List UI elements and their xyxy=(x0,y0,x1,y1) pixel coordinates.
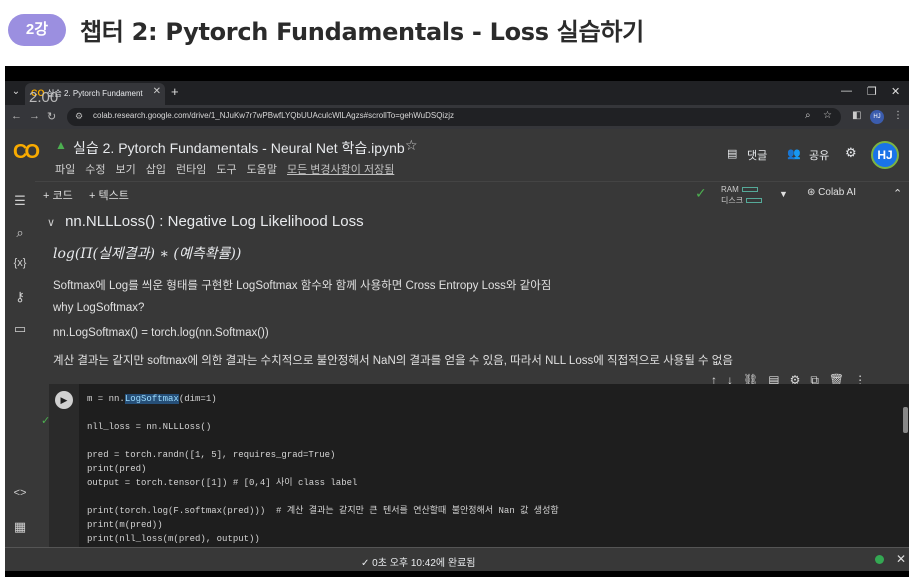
site-info-icon[interactable]: ⚙ xyxy=(75,111,83,122)
browser-tabbar: ⌄ CO 실습 2. Pytorch Fundamentals ✕ 2.00 +… xyxy=(5,81,909,106)
connected-check-icon: ✓ xyxy=(695,185,707,201)
menu-item-view[interactable]: 보기 xyxy=(116,161,136,177)
menu-item-file[interactable]: 파일 xyxy=(55,161,75,177)
colab-header: CO ▲ 실습 2. Pytorch Fundamentals - Neural… xyxy=(5,129,909,181)
md-line-1: Softmax에 Log를 씌운 형태를 구현한 LogSoftmax 함수와 … xyxy=(53,280,552,292)
new-tab-button[interactable]: + xyxy=(171,84,179,99)
colab-ai-label: Colab AI xyxy=(818,187,856,198)
forward-icon[interactable]: → xyxy=(29,110,40,122)
disk-bar xyxy=(746,198,763,204)
window-close-icon[interactable]: ✕ xyxy=(891,85,900,98)
reload-icon[interactable]: ↻ xyxy=(47,110,56,123)
files-folder-icon[interactable]: ▭ xyxy=(10,321,30,337)
menu-item-runtime[interactable]: 런타임 xyxy=(176,161,206,177)
code-line-5: output = torch.tensor([1]) # [0,4] 사이 cl… xyxy=(87,478,358,488)
ram-bar xyxy=(741,187,758,193)
command-palette-icon[interactable]: ▦ xyxy=(10,519,30,535)
browser-menu-icon[interactable]: ⋮ xyxy=(893,110,903,121)
share-label[interactable]: 공유 xyxy=(809,147,829,163)
disk-label: 디스크 xyxy=(721,196,744,205)
toc-icon[interactable]: ☰ xyxy=(10,193,30,209)
star-icon[interactable]: ☆ xyxy=(405,137,418,154)
code-line-6: print(torch.log(F.softmax(pred))) # 계산 결… xyxy=(87,506,559,516)
code-line-3: pred = torch.randn([1, 5], requires_grad… xyxy=(87,450,336,460)
menu-item-insert[interactable]: 삽입 xyxy=(146,161,166,177)
section-title: nn.NLLLoss() : Negative Log Likelihood L… xyxy=(65,213,364,230)
menu-item-help[interactable]: 도움말 xyxy=(247,161,277,177)
restore-icon[interactable]: ❐ xyxy=(867,85,877,98)
code-snippets-icon[interactable]: <> xyxy=(10,487,30,499)
settings-gear-icon[interactable]: ⚙ xyxy=(845,145,857,161)
scrollbar[interactable] xyxy=(903,407,908,433)
section-heading[interactable]: ∨ nn.NLLLoss() : Negative Log Likelihood … xyxy=(47,213,364,230)
menu-item-edit[interactable]: 수정 xyxy=(85,161,105,177)
status-connected-icon xyxy=(875,555,884,564)
code-line-7: print(m(pred)) xyxy=(87,520,163,530)
drive-icon: ▲ xyxy=(55,138,67,152)
lecture-badge: 2강 xyxy=(8,14,66,46)
share-icon[interactable]: 👥 xyxy=(787,147,801,160)
browser-profile-avatar[interactable]: HJ xyxy=(870,110,884,124)
code-editor[interactable]: m = nn.LogSoftmax(dim=1) nll_loss = nn.N… xyxy=(87,392,559,546)
notebook-toolbar: + 코드 + 텍스트 ✓ RAM 디스크 ▼ ⊛ Colab AI ⌃ xyxy=(35,181,909,207)
status-bar: ✓ 0초 오후 10:42에 완료됨 ✕ xyxy=(5,547,909,571)
zoom-icon[interactable]: ⌕ xyxy=(805,110,811,121)
md-line-2: why LogSoftmax? xyxy=(53,302,145,314)
code-cell[interactable]: ▶ m = nn.LogSoftmax(dim=1) nll_loss = nn… xyxy=(49,384,909,547)
user-avatar[interactable]: HJ xyxy=(871,141,899,169)
comment-icon[interactable]: ▤ xyxy=(727,147,737,160)
sidepanel-icon[interactable]: ◧ xyxy=(852,110,861,121)
search-icon[interactable]: ⌕ xyxy=(10,225,30,241)
address-bar: ← → ↻ ⚙ colab.research.google.com/drive/… xyxy=(5,105,909,129)
back-icon[interactable]: ← xyxy=(11,110,22,122)
lecture-page: 2강 챕터 2: Pytorch Fundamentals - Loss 실습하… xyxy=(0,0,913,577)
url-field[interactable]: ⚙ colab.research.google.com/drive/1_NJuK… xyxy=(67,108,841,126)
code-line-8: print(nll_loss(m(pred), output)) xyxy=(87,534,260,544)
colab-ai-button[interactable]: ⊛ Colab AI xyxy=(807,187,856,198)
colab-logo[interactable]: CO xyxy=(13,141,40,164)
saved-status-link[interactable]: 모든 변경사항이 저장됨 xyxy=(287,161,394,177)
url-text: colab.research.google.com/drive/1_NJuKw7… xyxy=(93,111,454,120)
tab-search-icon[interactable]: ⌄ xyxy=(9,85,23,99)
add-code-button[interactable]: + 코드 xyxy=(43,187,73,203)
left-rail: ☰ ⌕ {x} ⚷ ▭ <> ▦ xyxy=(5,181,35,547)
comment-label[interactable]: 댓글 xyxy=(747,147,767,163)
run-cell-icon[interactable]: ▶ xyxy=(55,391,73,409)
code-line-2: nll_loss = nn.NLLLoss() xyxy=(87,422,212,432)
formula-text: log(Π(실제결과) ∗ (예측확률)) xyxy=(53,246,242,262)
ram-label: RAM xyxy=(721,185,739,194)
menu-item-tools[interactable]: 도구 xyxy=(216,161,236,177)
notebook-content: ∨ nn.NLLLoss() : Negative Log Likelihood … xyxy=(35,207,909,547)
playback-speed-overlay: 2.00 xyxy=(29,89,59,106)
code-line-4: print(pred) xyxy=(87,464,147,474)
chevron-down-icon[interactable]: ∨ xyxy=(47,217,55,229)
lecture-title: 챕터 2: Pytorch Fundamentals - Loss 실습하기 xyxy=(80,18,644,46)
variables-icon[interactable]: {x} xyxy=(10,257,30,269)
tab-close-icon[interactable]: ✕ xyxy=(153,86,161,97)
video-frame[interactable]: ⌄ CO 실습 2. Pytorch Fundamentals ✕ 2.00 +… xyxy=(5,66,909,577)
ram-disk-indicator[interactable]: RAM 디스크 xyxy=(721,184,763,206)
notebook-title[interactable]: 실습 2. Pytorch Fundamentals - Neural Net … xyxy=(73,138,405,158)
md-line-4: 계산 결과는 같지만 softmax에 의한 결과는 수치적으로 불안정해서 N… xyxy=(53,355,733,367)
minimize-icon[interactable]: — xyxy=(841,85,852,97)
status-text: ✓ 0초 오후 10:42에 완료됨 xyxy=(361,558,476,569)
add-text-button[interactable]: + 텍스트 xyxy=(89,187,129,203)
runtime-dropdown-icon[interactable]: ▼ xyxy=(779,189,788,199)
secrets-key-icon[interactable]: ⚷ xyxy=(10,289,30,305)
code-line-1: m = nn.LogSoftmax(dim=1) xyxy=(87,394,217,404)
menu-bar: 파일 수정 보기 삽입 런타임 도구 도움말 모든 변경사항이 저장됨 xyxy=(55,161,394,177)
status-close-icon[interactable]: ✕ xyxy=(896,552,906,566)
collapse-header-icon[interactable]: ⌃ xyxy=(893,187,902,200)
tab-title: 실습 2. Pytorch Fundamentals xyxy=(47,89,143,98)
lecture-header: 2강 챕터 2: Pytorch Fundamentals - Loss 실습하… xyxy=(0,0,913,64)
md-line-3: nn.LogSoftmax() = torch.log(nn.Softmax()… xyxy=(53,327,269,339)
run-column: ▶ xyxy=(49,384,79,547)
bookmark-star-icon[interactable]: ☆ xyxy=(823,110,832,121)
